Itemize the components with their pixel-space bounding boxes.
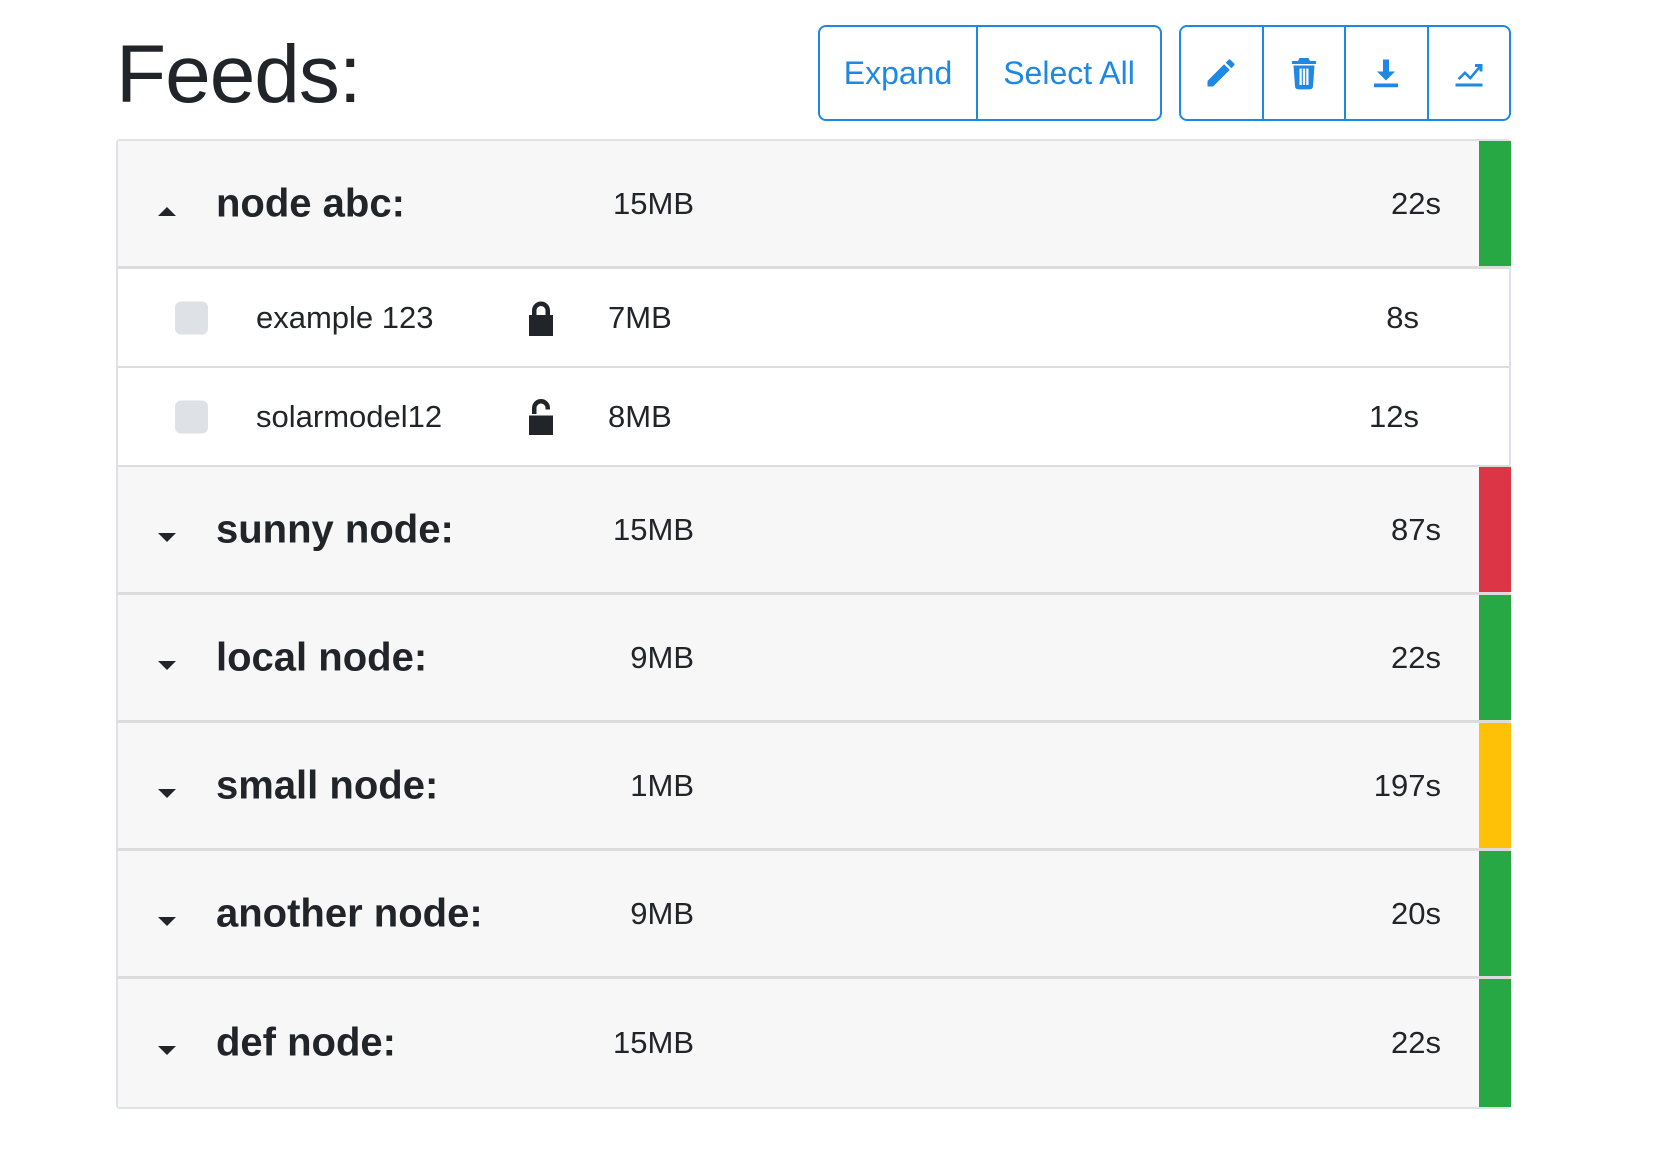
action-button-group — [1179, 25, 1511, 121]
delete-button[interactable] — [1261, 27, 1345, 119]
status-indicator — [1479, 723, 1511, 848]
node-row[interactable]: node abc: 15MB 22s — [118, 141, 1511, 269]
node-time: 22s — [1391, 639, 1441, 675]
caret-down-icon[interactable] — [158, 660, 176, 670]
node-name: local node: — [216, 635, 428, 679]
caret-down-icon[interactable] — [158, 532, 176, 542]
status-indicator — [1479, 467, 1511, 592]
node-size: 15MB — [613, 1025, 694, 1060]
node-name: another node: — [216, 891, 483, 935]
node-size: 9MB — [630, 895, 694, 931]
page: Feeds: Expand Select All node abc: 15MB … — [0, 0, 1666, 1150]
download-icon — [1374, 59, 1399, 88]
feed-row[interactable]: example 123 7MB 8s — [118, 269, 1509, 368]
edit-button[interactable] — [1181, 27, 1262, 119]
graph-button[interactable] — [1426, 27, 1510, 119]
node-time: 87s — [1391, 511, 1441, 547]
feed-name: example 123 — [256, 299, 434, 335]
feed-time: 8s — [1386, 299, 1419, 335]
feed-checkbox[interactable] — [175, 301, 208, 334]
node-name: sunny node: — [216, 507, 454, 551]
node-row[interactable]: sunny node: 15MB 87s — [118, 467, 1511, 595]
status-indicator — [1479, 595, 1511, 720]
node-time: 197s — [1373, 767, 1441, 803]
node-size: 9MB — [630, 639, 694, 675]
node-row[interactable]: small node: 1MB 197s — [118, 723, 1511, 851]
caret-up-icon[interactable] — [158, 206, 176, 216]
view-button-group: Expand Select All — [818, 25, 1162, 121]
trash-icon — [1291, 58, 1316, 90]
chart-line-icon — [1455, 64, 1483, 87]
lock-icon — [526, 300, 556, 336]
node-row[interactable]: local node: 9MB 22s — [118, 595, 1511, 723]
feed-checkbox[interactable] — [175, 400, 208, 433]
feed-time: 12s — [1369, 398, 1419, 434]
node-size: 15MB — [613, 185, 694, 221]
unlock-icon — [526, 398, 556, 435]
caret-down-icon[interactable] — [158, 788, 176, 798]
pencil-icon — [1207, 59, 1235, 87]
expand-button[interactable]: Expand — [820, 27, 976, 119]
select-all-button[interactable]: Select All — [976, 27, 1160, 119]
node-time: 22s — [1391, 185, 1441, 221]
node-name: node abc: — [216, 181, 405, 225]
caret-down-icon[interactable] — [158, 1046, 176, 1055]
feed-name: solarmodel12 — [256, 398, 443, 434]
feed-size: 7MB — [608, 299, 672, 335]
caret-down-icon[interactable] — [158, 916, 176, 926]
feed-list: node abc: 15MB 22s example 123 7MB 8s so… — [116, 139, 1511, 1109]
feed-row[interactable]: solarmodel12 8MB 12s — [118, 368, 1509, 467]
status-indicator — [1479, 851, 1511, 976]
download-button[interactable] — [1344, 27, 1427, 119]
node-size: 15MB — [613, 511, 694, 547]
node-time: 20s — [1391, 895, 1441, 931]
node-name: def node: — [216, 1020, 396, 1065]
status-indicator — [1479, 141, 1511, 266]
feed-size: 8MB — [608, 398, 672, 434]
node-name: small node: — [216, 763, 439, 807]
node-row[interactable]: def node: 15MB 22s — [118, 979, 1511, 1107]
node-time: 22s — [1391, 1025, 1441, 1060]
page-title: Feeds: — [116, 29, 362, 120]
node-row[interactable]: another node: 9MB 20s — [118, 851, 1511, 979]
status-indicator — [1479, 979, 1511, 1107]
node-size: 1MB — [630, 767, 694, 803]
